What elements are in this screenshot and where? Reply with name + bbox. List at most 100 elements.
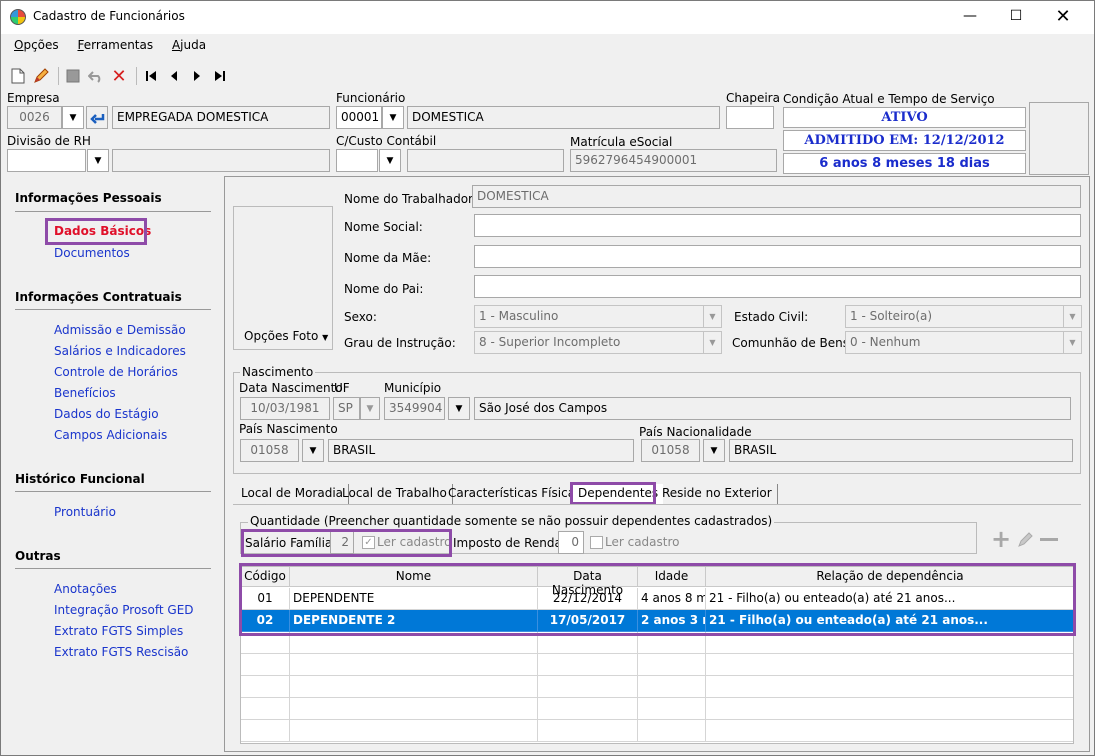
pais-nascimento-name-field: BRASIL xyxy=(328,439,634,462)
sidebar-item-beneficios[interactable]: Benefícios xyxy=(54,386,116,400)
tab-reside-exterior[interactable]: Reside no Exterior xyxy=(657,484,778,504)
pais-nascimento-code-field[interactable]: 01058 xyxy=(240,439,299,462)
nome-mae-field[interactable] xyxy=(474,245,1081,268)
previous-record-icon[interactable] xyxy=(164,66,184,86)
uf-label: UF xyxy=(334,381,350,395)
divisao-dropdown-button[interactable]: ▼ xyxy=(87,149,109,172)
empresa-label: Empresa xyxy=(7,91,60,105)
ler-cadastro-1-checkbox[interactable]: ✓ Ler cadastro xyxy=(362,535,452,549)
sidebar-item-campos-adicionais[interactable]: Campos Adicionais xyxy=(54,428,167,442)
sexo-select[interactable]: 1 - Masculino ▼ xyxy=(474,305,722,328)
funcionario-name-field: DOMESTICA xyxy=(407,106,720,129)
last-record-icon[interactable] xyxy=(210,66,230,86)
sidebar-item-horarios[interactable]: Controle de Horários xyxy=(54,365,178,379)
toolbar: ✕ xyxy=(8,66,233,87)
quantidade-title: Quantidade (Preencher quantidade somente… xyxy=(248,514,775,528)
imposto-renda-field[interactable]: 0 xyxy=(558,531,584,554)
col-idade-header[interactable]: Idade xyxy=(638,567,706,587)
tab-dependentes[interactable]: Dependentes xyxy=(573,484,664,504)
status-badge: ATIVO xyxy=(783,107,1026,128)
nome-trabalhador-field[interactable]: DOMESTICA xyxy=(472,185,1081,208)
col-nome-header[interactable]: Nome xyxy=(290,567,538,587)
col-relacao-header[interactable]: Relação de dependência xyxy=(706,567,1073,587)
sidebar-item-anotacoes[interactable]: Anotações xyxy=(54,582,117,596)
sidebar-item-fgts-rescisao[interactable]: Extrato FGTS Rescisão xyxy=(54,645,188,659)
save-icon[interactable] xyxy=(63,66,83,86)
grau-select[interactable]: 8 - Superior Incompleto ▼ xyxy=(474,331,722,354)
municipio-dropdown-button[interactable]: ▼ xyxy=(448,397,470,420)
tab-caracteristicas[interactable]: Características Físicas xyxy=(443,484,588,504)
nome-social-field[interactable] xyxy=(474,214,1081,237)
first-record-icon[interactable] xyxy=(141,66,161,86)
ler-cadastro-2-checkbox[interactable]: Ler cadastro xyxy=(590,535,680,549)
edit-pencil-icon[interactable] xyxy=(31,66,51,86)
pais-nacionalidade-label: País Nacionalidade xyxy=(639,425,752,439)
salario-familia-field[interactable]: 2 xyxy=(330,531,354,554)
data-nascimento-field[interactable]: 10/03/1981 xyxy=(240,397,330,420)
municipio-code-field[interactable]: 3549904 xyxy=(384,397,445,420)
col-codigo-header[interactable]: Código xyxy=(241,567,290,587)
sidebar-item-dados-basicos[interactable]: Dados Básicos xyxy=(54,224,151,238)
salario-familia-label: Salário Família xyxy=(245,536,333,550)
dependents-grid: Código Nome Data Nascimento Idade Relaçã… xyxy=(240,566,1074,744)
ccusto-code-field[interactable] xyxy=(336,149,378,172)
plus-icon[interactable]: + xyxy=(991,527,1011,551)
municipio-label: Município xyxy=(384,381,442,395)
pencil-icon[interactable] xyxy=(1016,530,1036,551)
sidebar-item-fgts-simples[interactable]: Extrato FGTS Simples xyxy=(54,624,183,638)
menu-ferramentas[interactable]: Ferramentas xyxy=(77,38,153,52)
menu-ajuda[interactable]: Ajuda xyxy=(172,38,206,52)
sidebar-item-salarios[interactable]: Salários e Indicadores xyxy=(54,344,186,358)
cell-nome: DEPENDENTE 2 xyxy=(290,610,538,632)
uf-field[interactable]: SP xyxy=(333,397,360,420)
header-photo-box xyxy=(1029,102,1089,175)
next-record-icon[interactable] xyxy=(187,66,207,86)
sidebar-item-estagio[interactable]: Dados do Estágio xyxy=(54,407,159,421)
undo-icon[interactable] xyxy=(86,66,106,86)
maximize-button[interactable]: ☐ xyxy=(993,0,1039,32)
close-button[interactable]: ✕ xyxy=(1040,0,1086,32)
condicao-label: Condição Atual e Tempo de Serviço xyxy=(783,92,995,106)
pais-nacionalidade-code-field[interactable]: 01058 xyxy=(641,439,700,462)
minimize-button[interactable]: — xyxy=(947,0,993,32)
divisao-label: Divisão de RH xyxy=(7,134,91,148)
cell-data: 22/12/2014 xyxy=(538,588,638,610)
imposto-renda-label: Imposto de Renda xyxy=(453,536,562,550)
chapeira-field[interactable] xyxy=(726,106,774,129)
tab-local-trabalho[interactable]: Local de Trabalho xyxy=(337,484,453,504)
pais-nascimento-dropdown-button[interactable]: ▼ xyxy=(302,439,324,462)
ccusto-dropdown-button[interactable]: ▼ xyxy=(379,149,401,172)
uf-dropdown-button[interactable]: ▼ xyxy=(360,397,380,420)
pais-nascimento-label: País Nascimento xyxy=(239,422,338,436)
estado-civil-label: Estado Civil: xyxy=(734,310,809,324)
photo-options-button[interactable]: Opções Foto ▼ xyxy=(244,329,328,343)
window-title: Cadastro de Funcionários xyxy=(33,9,185,23)
nome-pai-field[interactable] xyxy=(474,275,1081,298)
sidebar-section-outras: Outras xyxy=(15,549,61,563)
minus-icon[interactable] xyxy=(1040,538,1058,541)
nome-social-label: Nome Social: xyxy=(344,220,423,234)
pais-nacionalidade-dropdown-button[interactable]: ▼ xyxy=(703,439,725,462)
cell-relacao: 21 - Filho(a) ou enteado(a) até 21 anos.… xyxy=(706,588,1073,610)
comunhao-select[interactable]: 0 - Nenhum ▼ xyxy=(845,331,1082,354)
delete-icon[interactable]: ✕ xyxy=(109,66,129,87)
tab-local-moradia[interactable]: Local de Moradia xyxy=(236,484,350,504)
sidebar-item-prosoft-ged[interactable]: Integração Prosoft GED xyxy=(54,603,194,617)
empresa-refresh-icon[interactable] xyxy=(86,106,108,129)
sidebar-item-prontuario[interactable]: Prontuário xyxy=(54,505,116,519)
sidebar-item-admissao[interactable]: Admissão e Demissão xyxy=(54,323,186,337)
empresa-dropdown-button[interactable]: ▼ xyxy=(62,106,84,129)
menu-opcoes[interactable]: Opções xyxy=(14,38,59,52)
cell-idade: 4 anos 8 me xyxy=(638,588,706,610)
sidebar-item-documentos[interactable]: Documentos xyxy=(54,246,130,260)
empresa-code-field[interactable]: 0026 xyxy=(7,106,62,129)
funcionario-dropdown-button[interactable]: ▼ xyxy=(382,106,404,129)
divisao-code-field[interactable] xyxy=(7,149,86,172)
app-icon xyxy=(10,9,26,25)
col-data-header[interactable]: Data Nascimento xyxy=(538,567,638,597)
new-document-icon[interactable] xyxy=(8,66,28,86)
pais-nacionalidade-name-field: BRASIL xyxy=(729,439,1073,462)
estado-civil-select[interactable]: 1 - Solteiro(a) ▼ xyxy=(845,305,1082,328)
matricula-label: Matrícula eSocial xyxy=(570,135,673,149)
funcionario-code-field[interactable]: 00001 xyxy=(336,106,382,129)
